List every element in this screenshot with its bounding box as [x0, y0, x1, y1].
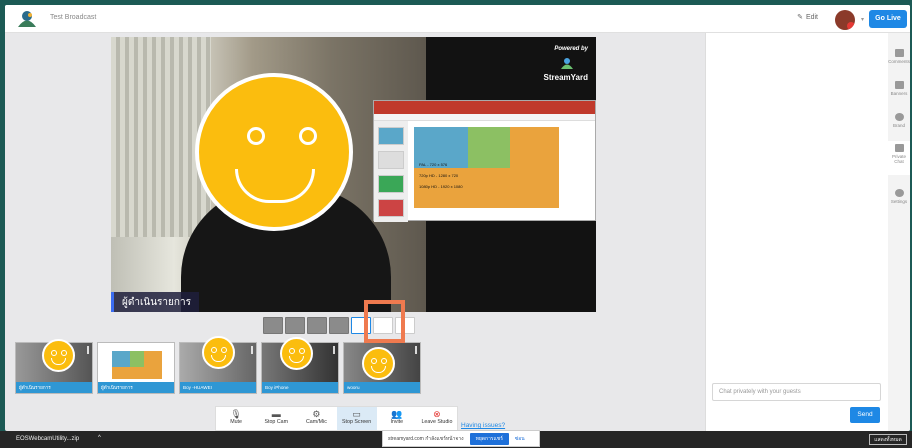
powered-by-label: Powered by	[554, 46, 588, 52]
rail-brand[interactable]: Brand	[888, 113, 910, 128]
participant-name: wooru	[344, 382, 420, 393]
edit-label: Edit	[805, 13, 818, 21]
add-user-icon: 👥	[391, 409, 403, 419]
invite-button[interactable]: 👥 Invite	[377, 407, 417, 430]
monitor-icon: ▭	[352, 409, 361, 419]
comments-icon	[894, 49, 904, 57]
rail-banners[interactable]: Banners	[888, 81, 910, 96]
cam-mic-settings-button[interactable]: ⚙ Cam/Mic	[296, 407, 336, 430]
slide-thumbnail	[378, 127, 404, 145]
streamyard-logo[interactable]	[16, 10, 38, 28]
participant-thumbnail[interactable]: ผู้ดำเนินรายการ	[15, 339, 93, 394]
res-480-label: PAL - 720 x 576	[419, 162, 448, 167]
res-720-label: 720p HD - 1280 x 720	[419, 173, 459, 178]
streamyard-icon	[561, 58, 573, 69]
go-live-button[interactable]: Go Live	[869, 10, 907, 28]
eye	[299, 127, 317, 145]
smiley-icon	[280, 337, 313, 370]
user-avatar[interactable]	[835, 10, 855, 30]
edit-button[interactable]: ✎ Edit	[797, 13, 818, 22]
more-options-icon[interactable]	[87, 346, 89, 354]
ppt-toolbar	[374, 114, 595, 121]
chevron-up-icon[interactable]: ^	[98, 435, 101, 441]
res-1080-block	[510, 127, 559, 208]
screen-feed	[98, 343, 174, 384]
brand-name: StreamYard	[543, 73, 588, 82]
microphone-icon: 🎙	[230, 409, 242, 419]
show-all-button[interactable]: แสดงทั้งหมด	[869, 434, 907, 445]
stop-screen-button[interactable]: ▭ Stop Screen	[336, 407, 377, 430]
gear-icon	[894, 189, 904, 197]
leave-studio-button[interactable]: ⊗ Leave Studio	[417, 407, 457, 430]
hide-notice-button[interactable]: ซ่อน	[515, 435, 525, 443]
ppt-slide-list	[374, 121, 408, 222]
gear-icon: ⚙	[312, 409, 321, 419]
main-stage: Powered by StreamYard PAL - 720 x 576 72…	[111, 37, 596, 312]
mute-button[interactable]: 🎙 Mute	[216, 407, 256, 430]
smiley-icon	[42, 339, 75, 372]
layout-leader-button[interactable]	[329, 317, 349, 334]
participant-thumbnail[interactable]: Boy iPhone	[261, 337, 339, 394]
chat-input[interactable]: Chat privately with your guests	[712, 383, 881, 401]
slide-thumbnail	[378, 151, 404, 169]
layout-group-button[interactable]	[307, 317, 327, 334]
control-bar: 🎙 Mute ▬ Stop Cam ⚙ Cam/Mic ▭ Stop Scree…	[215, 406, 458, 431]
rail-settings[interactable]: Settings	[888, 189, 910, 204]
camera-icon: ▬	[271, 409, 281, 419]
top-bar: Test Broadcast ✎ Edit ▾ Go Live	[5, 5, 910, 33]
more-options-icon[interactable]	[169, 346, 171, 354]
res-1080-label: 1080p HD - 1920 x 1080	[419, 184, 463, 189]
ppt-ribbon	[374, 101, 595, 114]
participant-name: ผู้ดำเนินรายการ	[16, 382, 92, 393]
rail-comments[interactable]: Comments	[888, 49, 910, 64]
ppt-slide: PAL - 720 x 576 720p HD - 1280 x 720 108…	[414, 127, 559, 208]
chevron-down-icon[interactable]: ▾	[861, 16, 864, 23]
participant-thumbnail[interactable]: wooru	[343, 342, 421, 394]
close-circle-icon: ⊗	[433, 409, 441, 419]
slide-thumbnail	[378, 199, 404, 217]
more-options-icon[interactable]	[251, 346, 253, 354]
studio-window: Test Broadcast ✎ Edit ▾ Go Live Powered …	[5, 5, 910, 431]
participant-strip: ผู้ดำเนินรายการ ผู้ดำเนินรายการ Boy -HUA…	[15, 336, 421, 394]
stop-sharing-button[interactable]: หยุดการแชร์	[469, 432, 509, 445]
side-rail: Comments Banners Brand Private Chat Sett…	[888, 33, 910, 431]
highlight-box	[364, 300, 405, 343]
private-chat-panel: Chat privately with your guests Send	[705, 33, 888, 431]
smiley-icon	[202, 336, 235, 369]
send-button[interactable]: Send	[850, 407, 880, 423]
more-options-icon[interactable]	[333, 346, 335, 354]
participant-thumbnail[interactable]: Boy -HUAWEI	[179, 336, 257, 394]
chat-icon	[894, 144, 904, 152]
layout-solo-button[interactable]	[263, 317, 283, 334]
banners-icon	[894, 81, 904, 89]
eye	[247, 127, 265, 145]
presenter-name-tag: ผู้ดำเนินรายการ	[111, 292, 199, 312]
broadcast-title[interactable]: Test Broadcast	[50, 14, 96, 21]
having-issues-link[interactable]: Having issues?	[461, 422, 505, 429]
notice-text: streamyard.com กำลังแชร์หน้าจาง	[388, 435, 464, 442]
mouth	[235, 169, 315, 203]
screen-share-feed: PAL - 720 x 576 720p HD - 1280 x 720 108…	[373, 100, 596, 222]
more-options-icon[interactable]	[415, 346, 417, 354]
participant-name: Boy iPhone	[262, 382, 338, 393]
participant-name: Boy -HUAWEI	[180, 382, 256, 393]
download-item[interactable]: EOSWebcamUtility...zip	[16, 436, 79, 442]
rail-private-chat[interactable]: Private Chat	[888, 141, 910, 175]
pencil-icon: ✎	[797, 14, 803, 21]
palette-icon	[894, 113, 904, 121]
screen-sharing-notice: streamyard.com กำลังแชร์หน้าจาง หยุดการแ…	[382, 430, 540, 447]
face-cover-smiley-icon	[195, 73, 353, 231]
smiley-icon	[362, 347, 395, 380]
layout-two-button[interactable]	[285, 317, 305, 334]
res-720-block	[468, 127, 510, 168]
participant-thumbnail[interactable]: ผู้ดำเนินรายการ	[97, 342, 175, 394]
participant-name: ผู้ดำเนินรายการ	[98, 382, 174, 393]
slide-thumbnail	[378, 175, 404, 193]
stop-cam-button[interactable]: ▬ Stop Cam	[256, 407, 296, 430]
